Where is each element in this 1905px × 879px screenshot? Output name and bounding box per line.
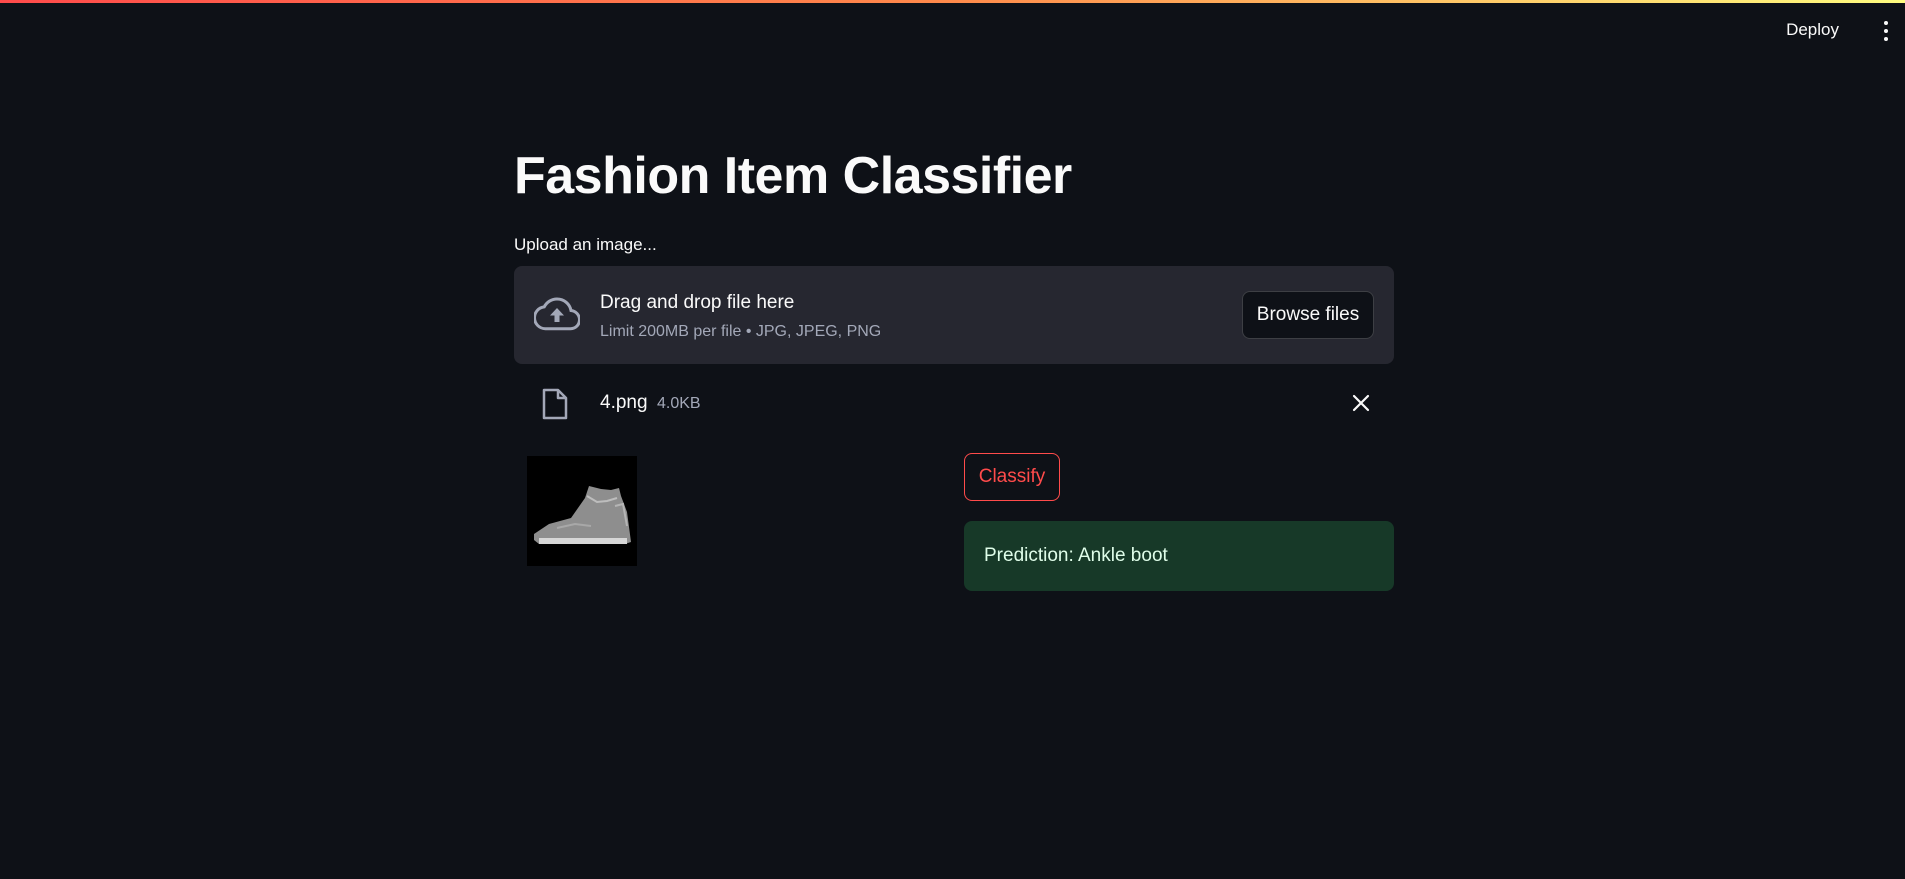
uploader-label: Upload an image...	[514, 235, 657, 254]
dropzone-title: Drag and drop file here	[600, 292, 795, 313]
deploy-button[interactable]: Deploy	[1786, 20, 1839, 40]
browse-files-button[interactable]: Browse files	[1242, 291, 1374, 339]
ankle-boot-image	[527, 456, 637, 566]
file-icon	[542, 388, 568, 420]
file-dropzone[interactable]: Drag and drop file here Limit 200MB per …	[514, 266, 1394, 364]
cloud-upload-icon	[534, 297, 580, 331]
file-size: 4.0KB	[657, 395, 701, 412]
kebab-menu-icon[interactable]	[1881, 21, 1891, 43]
file-name: 4.png	[600, 392, 648, 413]
dropzone-limit-text: Limit 200MB per file • JPG, JPEG, PNG	[600, 323, 882, 340]
page-title: Fashion Item Classifier	[514, 147, 1072, 205]
uploaded-image-preview	[527, 456, 637, 566]
app-header: Deploy	[0, 3, 1905, 59]
close-icon[interactable]	[1352, 394, 1370, 412]
prediction-result: Prediction: Ankle boot	[964, 521, 1394, 591]
uploaded-file-row: 4.png 4.0KB	[514, 384, 1394, 424]
classify-button[interactable]: Classify	[964, 453, 1060, 501]
